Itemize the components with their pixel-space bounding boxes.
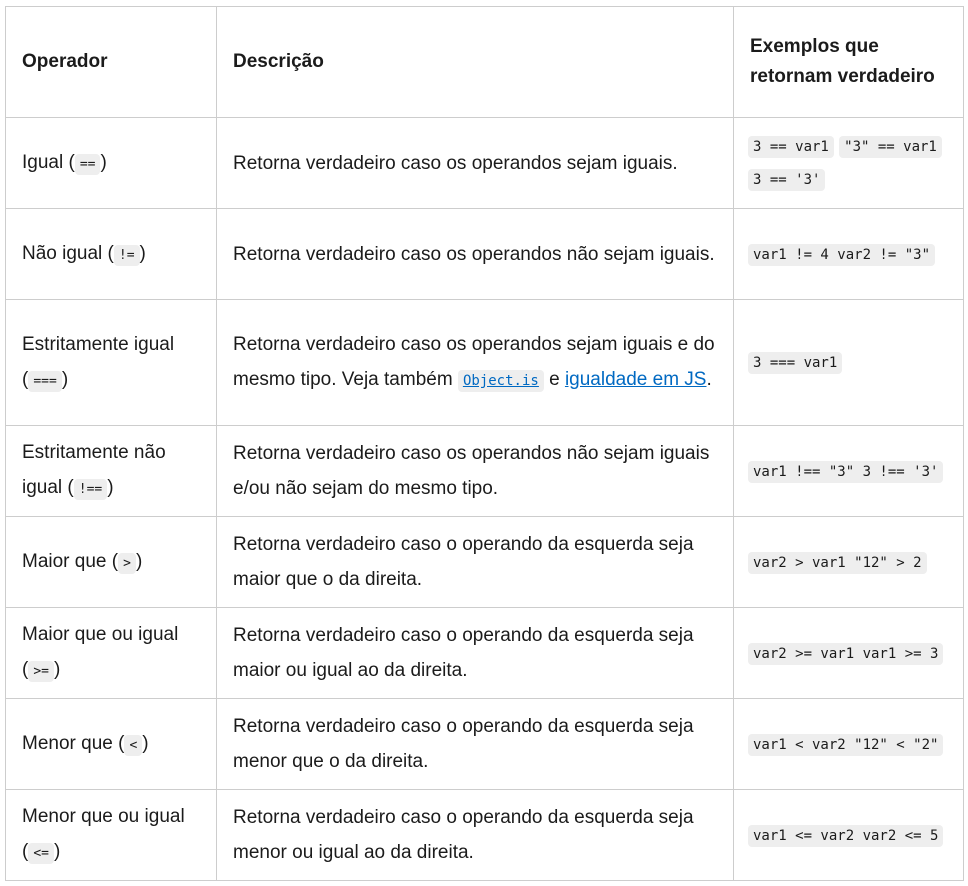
description-cell: Retorna verdadeiro caso o operando da es… — [216, 607, 734, 699]
header-description: Descrição — [216, 6, 734, 118]
operator-name: Estritamente igual — [22, 333, 175, 355]
table-row: Maior que ou igual (>=) Retorna verdadei… — [5, 607, 964, 699]
examples-cell: var2 >= var1 var1 >= 3 — [733, 607, 964, 699]
operator-cell: Menor que (<) — [5, 698, 217, 790]
description-cell: Retorna verdadeiro caso os operandos sej… — [216, 117, 734, 209]
description-cell: Retorna verdadeiro caso os operandos sej… — [216, 299, 734, 426]
operator-symbol: != — [113, 244, 140, 266]
example-code: var1 < var2 "12" < "2" — [748, 733, 944, 756]
examples-cell: var1 <= var2 var2 <= 5 — [733, 789, 964, 881]
operator-name: Menor que ou igual — [22, 806, 185, 827]
link-code[interactable]: Object.is — [457, 369, 544, 392]
table-row: Estritamente igual (===) Retorna verdade… — [5, 299, 964, 426]
example-code: var1 <= var2 var2 <= 5 — [748, 824, 944, 847]
operator-name: Menor que — [22, 732, 113, 754]
operator-cell: Maior que ou igual (>=) — [5, 607, 217, 699]
operator-name: Maior que — [22, 550, 107, 572]
operator-cell: Estritamente igual (===) — [5, 299, 217, 426]
description-connector: e — [549, 368, 560, 390]
example-code: var2 > var1 "12" > 2 — [748, 551, 927, 574]
example-code: 3 === var1 — [748, 352, 843, 374]
description-cell: Retorna verdadeiro caso o operando da es… — [216, 698, 734, 790]
example-code: var1 != 4 var2 != "3" — [748, 243, 936, 266]
table-row: Estritamente não igual (!==) Retorna ver… — [5, 425, 964, 517]
table-header-row: Operador Descrição Exemplos que retornam… — [5, 6, 964, 118]
description-cell: Retorna verdadeiro caso os operandos não… — [216, 425, 734, 517]
operator-cell: Estritamente não igual (!==) — [5, 425, 217, 517]
examples-cell: var1 !== "3" 3 !== '3' — [733, 425, 964, 517]
header-examples: Exemplos que retornam verdadeiro — [733, 6, 964, 118]
header-operator: Operador — [5, 6, 217, 118]
description-cell: Retorna verdadeiro caso os operandos não… — [216, 208, 734, 300]
description-cell: Retorna verdadeiro caso o operando da es… — [216, 516, 734, 608]
examples-cell: var2 > var1 "12" > 2 — [733, 516, 964, 608]
examples-cell: var1 != 4 var2 != "3" — [733, 208, 964, 300]
examples-cell: var1 < var2 "12" < "2" — [733, 698, 964, 790]
operator-cell: Não igual (!=) — [5, 208, 217, 300]
operator-symbol: >= — [28, 661, 54, 682]
examples-cell: 3 === var1 — [733, 299, 964, 426]
examples-cell: 3 == var1 "3" == var1 3 == '3' — [733, 117, 964, 209]
example-code: "3" == var1 — [839, 136, 942, 158]
description-end: . — [706, 368, 712, 390]
example-code: var1 !== "3" 3 !== '3' — [748, 460, 944, 483]
operator-name: Não igual — [22, 242, 103, 264]
table-row: Menor que ou igual (<=) Retorna verdadei… — [5, 789, 964, 881]
table-row: Não igual (!=) Retorna verdadeiro caso o… — [5, 208, 964, 300]
example-code: 3 == '3' — [748, 169, 826, 191]
operator-cell: Igual (==) — [5, 117, 217, 209]
operator-symbol: === — [28, 370, 62, 392]
example-code: 3 == var1 — [748, 136, 834, 158]
operator-symbol: > — [118, 552, 136, 574]
example-code: var2 >= var1 var1 >= 3 — [748, 642, 944, 665]
table-row: Maior que (>) Retorna verdadeiro caso o … — [5, 516, 964, 608]
operator-cell: Menor que ou igual (<=) — [5, 789, 217, 881]
operator-name: Igual — [22, 151, 64, 173]
operator-symbol: <= — [28, 843, 54, 864]
operator-name: Maior que ou igual — [22, 624, 179, 645]
operator-cell: Maior que (>) — [5, 516, 217, 608]
equality-in-js-link[interactable]: igualdade em JS — [565, 369, 707, 390]
table-row: Igual (==) Retorna verdadeiro caso os op… — [5, 117, 964, 209]
operator-symbol: < — [124, 734, 143, 756]
object-is-link[interactable]: Object.is — [457, 369, 544, 392]
comparison-operators-table: Operador Descrição Exemplos que retornam… — [5, 6, 964, 881]
operator-symbol: !== — [73, 479, 108, 500]
operator-symbol: == — [74, 153, 101, 175]
table-row: Menor que (<) Retorna verdadeiro caso o … — [5, 698, 964, 790]
description-cell: Retorna verdadeiro caso o operando da es… — [216, 789, 734, 881]
